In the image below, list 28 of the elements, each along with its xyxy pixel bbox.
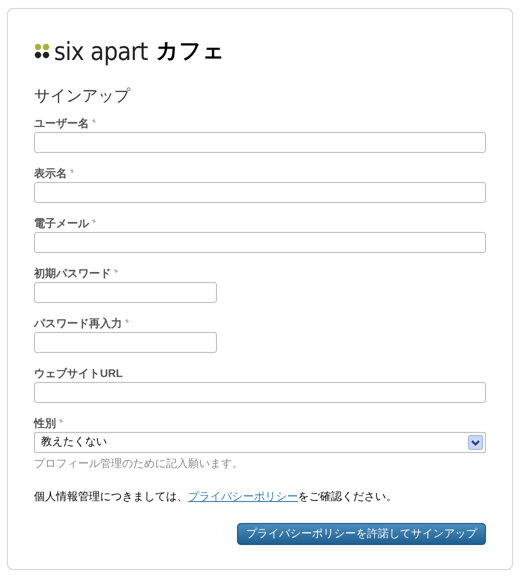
gender-select[interactable]: 教えたくない bbox=[34, 432, 486, 453]
field-label: パスワード再入力 bbox=[34, 317, 122, 331]
page-heading: サインアップ bbox=[34, 87, 132, 107]
logo-dots-icon bbox=[34, 43, 50, 59]
required-mark-icon bbox=[59, 419, 63, 423]
required-mark-icon bbox=[92, 119, 96, 123]
privacy-policy-link[interactable]: プライバシーポリシー bbox=[188, 490, 298, 502]
field-label: ウェブサイトURL bbox=[34, 367, 123, 381]
logo-text: six apart bbox=[54, 38, 148, 64]
required-mark-icon bbox=[114, 269, 118, 273]
field-label: 初期パスワード bbox=[34, 267, 111, 281]
privacy-notice: 個人情報管理につきましては、プライバシーポリシーをご確認ください。 bbox=[34, 490, 398, 504]
field-label: ユーザー名 bbox=[34, 117, 89, 131]
input-field[interactable] bbox=[34, 182, 486, 203]
input-field[interactable] bbox=[34, 132, 486, 153]
required-mark-icon bbox=[70, 169, 74, 173]
required-mark-icon bbox=[125, 319, 129, 323]
input-field[interactable] bbox=[34, 332, 217, 353]
field-label: 表示名 bbox=[34, 167, 67, 181]
field-label: 性別 bbox=[34, 417, 56, 431]
required-mark-icon bbox=[92, 219, 96, 223]
input-field[interactable] bbox=[34, 232, 486, 253]
logo-suffix: カフェ bbox=[156, 40, 225, 62]
field-label: 電子メール bbox=[34, 217, 89, 231]
input-field[interactable] bbox=[34, 382, 486, 403]
signup-button[interactable]: プライバシーポリシーを許諾してサインアップ bbox=[237, 523, 486, 545]
field-hint: プロフィール管理のために記入願います。 bbox=[34, 456, 244, 472]
input-field[interactable] bbox=[34, 282, 217, 303]
